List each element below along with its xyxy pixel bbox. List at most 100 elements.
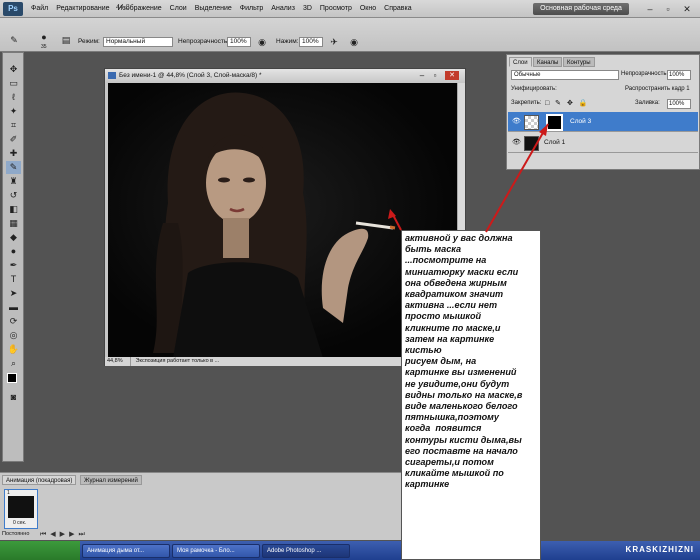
propagate-label[interactable]: Распространить кадр 1 xyxy=(625,86,690,92)
layer-thumbnail[interactable] xyxy=(524,136,539,151)
pressure-size-icon[interactable]: ◉ xyxy=(348,36,360,48)
tab-paths[interactable]: Контуры xyxy=(563,57,595,67)
layer-name[interactable]: Слой 1 xyxy=(544,139,565,146)
playback-controls[interactable]: ⏮◀▶▶⏭ xyxy=(40,530,89,539)
options-bar: ✎ ● 35 ▤ Режим: Нормальный Непрозрачност… xyxy=(0,18,700,52)
brush-size: 35 xyxy=(41,44,47,50)
tab-channels[interactable]: Каналы xyxy=(533,57,563,67)
doc-close-icon[interactable]: ✕ xyxy=(445,71,459,80)
mode-select[interactable]: Нормальный xyxy=(103,37,173,47)
layer-row-selected[interactable]: 👁 Слой 3 xyxy=(508,112,698,132)
animation-frame[interactable]: 1 0 сек. xyxy=(4,489,38,529)
annotation-text: активной у вас должна быть маска ...посм… xyxy=(405,233,523,490)
unify-label: Унифицировать: xyxy=(511,86,557,92)
layer-opacity-input[interactable]: 100% xyxy=(667,70,691,80)
menu-analysis[interactable]: Анализ xyxy=(267,5,299,12)
gradient-icon[interactable]: ▦ xyxy=(6,217,21,230)
frame-thumbnail xyxy=(8,496,34,518)
restore-icon[interactable]: ▫ xyxy=(662,4,674,14)
pressure-label: Нажим: xyxy=(276,38,299,45)
dodge-icon[interactable]: ● xyxy=(6,245,21,258)
document-icon xyxy=(108,72,116,79)
status-info[interactable]: Экспозиция работает только в ... xyxy=(133,358,220,364)
layers-panel: Слои Каналы Контуры Обычные Непрозрачнос… xyxy=(506,54,700,170)
taskbar: Анимация дыма от... Моя рамочка - Бло...… xyxy=(0,541,700,560)
zoom-readout[interactable]: 44,8 xyxy=(112,4,134,11)
quick-select-icon[interactable]: ✦ xyxy=(6,105,21,118)
tab-measurement-log[interactable]: Журнал измерений xyxy=(80,475,142,485)
menu-view[interactable]: Просмотр xyxy=(316,5,356,12)
menu-help[interactable]: Справка xyxy=(380,5,415,12)
start-button[interactable] xyxy=(0,541,80,560)
minimize-icon[interactable]: – xyxy=(644,4,656,14)
annotation-note: активной у вас должна быть маска ...посм… xyxy=(401,230,541,560)
fill-label: Заливка: xyxy=(635,100,660,106)
frame-delay[interactable]: 0 сек. xyxy=(13,520,26,526)
crop-tool-icon[interactable]: ⌗ xyxy=(6,119,21,132)
doc-minimize-icon[interactable]: – xyxy=(417,71,427,80)
taskbar-item-blog[interactable]: Моя рамочка - Бло... xyxy=(172,543,260,558)
brush-panel-icon[interactable]: ▤ xyxy=(60,34,72,46)
opacity-input[interactable]: 100% xyxy=(227,37,251,47)
layer-opacity-label: Непрозрачность: xyxy=(621,71,669,77)
path-select-icon[interactable]: ➤ xyxy=(6,287,21,300)
menu-bar: Ps Файл Редактирование Изображение Слои … xyxy=(0,0,700,18)
pressure-opacity-icon[interactable]: ◉ xyxy=(256,36,268,48)
visibility-eye-icon[interactable]: 👁 xyxy=(512,138,521,146)
layer-name[interactable]: Слой 3 xyxy=(570,118,591,125)
foreground-color-swatch[interactable] xyxy=(7,373,17,383)
eyedropper-icon[interactable]: ✐ xyxy=(6,133,21,146)
document-title[interactable]: Без имени-1 @ 44,8% (Слой 3, Слой-маска/… xyxy=(105,69,465,82)
healing-brush-icon[interactable]: ✚ xyxy=(6,147,21,160)
lasso-tool-icon[interactable]: ℓ xyxy=(6,91,21,104)
eraser-icon[interactable]: ◧ xyxy=(6,203,21,216)
airbrush-icon[interactable]: ✈ xyxy=(328,36,340,48)
zoom-tool-icon[interactable]: ⌕ xyxy=(6,357,21,370)
blend-mode-select[interactable]: Обычные xyxy=(511,70,619,80)
layer-thumbnail[interactable] xyxy=(524,115,539,130)
menu-3d[interactable]: 3D xyxy=(299,5,316,12)
menu-edit[interactable]: Редактирование xyxy=(52,5,113,12)
fill-input[interactable]: 100% xyxy=(667,99,691,109)
taskbar-item-browser[interactable]: Анимация дыма от... xyxy=(82,543,170,558)
visibility-eye-icon[interactable]: 👁 xyxy=(512,117,521,125)
loop-select[interactable]: Постоянно xyxy=(2,531,29,537)
opacity-label: Непрозрачность: xyxy=(178,38,230,45)
menu-filter[interactable]: Фильтр xyxy=(236,5,268,12)
photoshop-logo: Ps xyxy=(3,1,23,16)
menu-layers[interactable]: Слои xyxy=(166,5,191,12)
watermark: KRASKIZHIZNI xyxy=(625,545,694,554)
mode-label: Режим: xyxy=(78,38,100,45)
blur-icon[interactable]: ◆ xyxy=(6,231,21,244)
shape-tool-icon[interactable]: ▬ xyxy=(6,301,21,314)
layer-row[interactable]: 👁 Слой 1 xyxy=(508,133,698,153)
hand-tool-icon[interactable]: ✋ xyxy=(6,343,21,356)
3d-rotate-icon[interactable]: ⟳ xyxy=(6,315,21,328)
history-brush-icon[interactable]: ↺ xyxy=(6,189,21,202)
3d-camera-icon[interactable]: ◎ xyxy=(6,329,21,342)
lock-icons[interactable]: □ ✎ ✥ 🔒 xyxy=(545,99,590,107)
taskbar-item-photoshop[interactable]: Adobe Photoshop ... xyxy=(262,543,350,558)
menu-file[interactable]: Файл xyxy=(27,5,52,12)
status-zoom[interactable]: 44,8% xyxy=(105,357,131,366)
doc-maximize-icon[interactable]: ▫ xyxy=(430,71,440,80)
pen-tool-icon[interactable]: ✒ xyxy=(6,259,21,272)
lock-label: Закрепить: xyxy=(511,100,542,106)
tab-animation[interactable]: Анимация (покадровая) xyxy=(2,475,77,485)
tab-layers[interactable]: Слои xyxy=(509,57,532,67)
close-icon[interactable]: ✕ xyxy=(681,4,693,14)
brush-tool-icon[interactable]: ✎ xyxy=(8,34,20,46)
brush-tool-active-icon[interactable]: ✎ xyxy=(6,161,21,174)
workspace-button[interactable]: Основная рабочая среда xyxy=(533,3,629,15)
pressure-input[interactable]: 100% xyxy=(299,37,323,47)
clone-stamp-icon[interactable]: ♜ xyxy=(6,175,21,188)
quick-mask-icon[interactable]: ◙ xyxy=(6,391,21,404)
menu-select[interactable]: Выделение xyxy=(191,5,236,12)
layer-mask-thumbnail[interactable] xyxy=(546,114,563,131)
marquee-tool-icon[interactable]: ▭ xyxy=(6,77,21,90)
menu-window[interactable]: Окно xyxy=(356,5,380,12)
toolbox: ✥ ▭ ℓ ✦ ⌗ ✐ ✚ ✎ ♜ ↺ ◧ ▦ ◆ ● ✒ T ➤ ▬ ⟳ ◎ … xyxy=(2,52,24,462)
brush-preset-icon[interactable]: ● xyxy=(38,31,50,43)
type-tool-icon[interactable]: T xyxy=(6,273,21,286)
move-tool-icon[interactable]: ✥ xyxy=(6,63,21,76)
